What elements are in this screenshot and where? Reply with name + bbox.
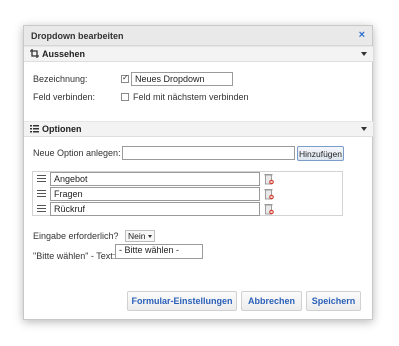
link-label: Feld verbinden: <box>33 92 96 102</box>
list-icon <box>30 124 40 135</box>
chevron-down-icon <box>148 234 153 238</box>
section-options-header[interactable]: Optionen <box>24 121 373 137</box>
close-icon[interactable]: × <box>359 30 365 41</box>
link-checkbox[interactable] <box>121 93 129 101</box>
save-button[interactable]: Speichern <box>306 291 361 311</box>
chevron-down-icon[interactable] <box>361 52 367 56</box>
option-input[interactable]: Rückruf <box>50 202 260 216</box>
section-appearance-header[interactable]: Aussehen <box>24 46 373 62</box>
form-settings-button[interactable]: Formular-Einstellungen <box>127 291 237 311</box>
dialog-titlebar: Dropdown bearbeiten × <box>24 26 372 46</box>
list-item: Angebot <box>33 172 342 187</box>
new-option-input[interactable] <box>122 146 295 160</box>
dialog-title: Dropdown bearbeiten <box>31 30 124 41</box>
section-appearance-title: Aussehen <box>42 49 86 59</box>
drag-handle-icon[interactable] <box>37 175 46 184</box>
section-options-title: Optionen <box>42 124 82 134</box>
cancel-button[interactable]: Abbrechen <box>241 291 302 311</box>
please-choose-label: "Bitte wählen" - Text: <box>33 251 116 261</box>
link-checkbox-label: Feld mit nächstem verbinden <box>133 92 249 102</box>
delete-icon[interactable] <box>264 173 274 185</box>
list-item: Rückruf <box>33 202 342 217</box>
option-list: Angebot Fragen Rückruf <box>32 171 343 216</box>
name-input[interactable]: Neues Dropdown <box>131 72 233 86</box>
required-select-value: Nein <box>128 231 146 241</box>
drag-handle-icon[interactable] <box>37 190 46 199</box>
add-option-button[interactable]: Hinzufügen <box>297 146 344 161</box>
name-label: Bezeichnung: <box>33 74 88 84</box>
chevron-down-icon[interactable] <box>361 127 367 131</box>
drag-handle-icon[interactable] <box>37 205 46 214</box>
delete-icon[interactable] <box>264 203 274 215</box>
option-input[interactable]: Fragen <box>50 187 260 201</box>
required-label: Eingabe erforderlich? <box>33 231 119 241</box>
name-checkbox[interactable] <box>121 73 129 83</box>
please-choose-input[interactable]: - Bitte wählen - <box>115 244 203 259</box>
new-option-label: Neue Option anlegen: <box>33 148 121 158</box>
list-item: Fragen <box>33 187 342 202</box>
crop-icon <box>30 48 40 60</box>
delete-icon[interactable] <box>264 188 274 200</box>
option-input[interactable]: Angebot <box>50 172 260 186</box>
required-select[interactable]: Nein <box>125 230 156 242</box>
